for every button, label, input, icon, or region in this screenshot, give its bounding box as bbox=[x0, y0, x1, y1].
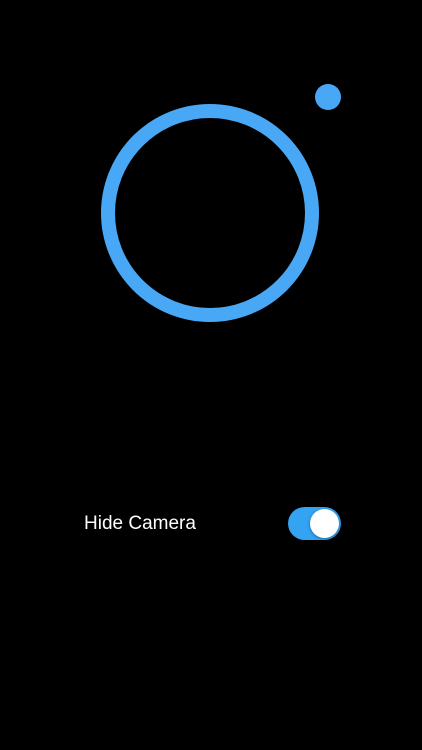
hide-camera-toggle[interactable] bbox=[288, 507, 341, 540]
hide-camera-row: Hide Camera bbox=[84, 505, 341, 541]
camera-ring-icon bbox=[101, 104, 319, 322]
toggle-knob[interactable] bbox=[310, 509, 339, 538]
indicator-dot-icon bbox=[315, 84, 341, 110]
hide-camera-label: Hide Camera bbox=[84, 513, 196, 534]
